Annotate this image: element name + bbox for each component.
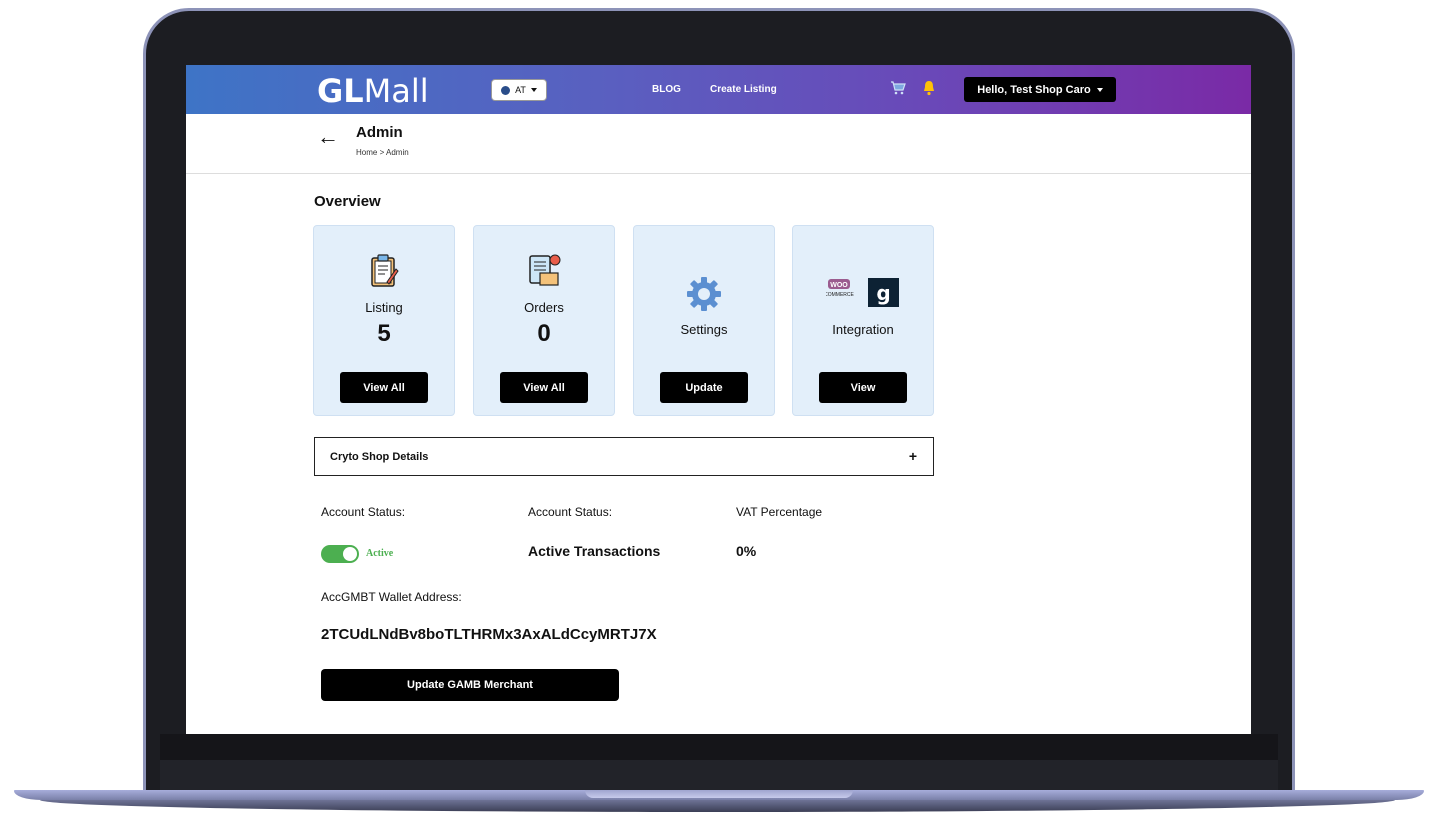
account-status-label-2: Account Status: (528, 505, 613, 519)
clipboard-icon (371, 254, 399, 287)
settings-card: Settings Update (633, 225, 775, 416)
user-menu-button[interactable]: Hello, Test Shop Caro (964, 77, 1116, 102)
active-transactions-value: Active Transactions (528, 543, 661, 559)
gear-icon (687, 277, 721, 311)
expand-icon[interactable]: + (909, 448, 917, 464)
orders-count: 0 (537, 320, 551, 347)
integration-view-button[interactable]: View (819, 372, 907, 403)
page-title: Admin (356, 124, 403, 141)
vat-percentage-value: 0% (736, 543, 757, 559)
svg-text:WOO: WOO (830, 282, 848, 289)
screen-bezel (160, 734, 1278, 762)
integration-icon: WOO COMMERCE g (826, 278, 899, 307)
integration-label: Integration (832, 322, 894, 337)
wallet-address-label: AccGMBT Wallet Address: (321, 590, 462, 604)
nav-link-create-listing[interactable]: Create Listing (710, 84, 777, 95)
region-selector[interactable]: AT (491, 79, 547, 101)
app-screen: GLMall AT BLOG Create Listing Hello, Tes… (186, 65, 1251, 734)
screen-bezel-lower (160, 760, 1278, 790)
listing-count: 5 (377, 320, 391, 347)
shop-details-accordion[interactable]: Cryto Shop Details + (314, 437, 934, 476)
overview-title: Overview (314, 193, 381, 210)
orders-card: Orders 0 View All (473, 225, 615, 416)
navbar: GLMall AT BLOG Create Listing Hello, Tes… (186, 65, 1251, 114)
toggle-status-label: Active (366, 548, 394, 559)
listing-card: Listing 5 View All (313, 225, 455, 416)
orders-view-all-button[interactable]: View All (500, 372, 588, 403)
settings-update-button[interactable]: Update (660, 372, 748, 403)
update-merchant-button[interactable]: Update GAMB Merchant (321, 669, 619, 701)
chevron-down-icon (1096, 87, 1103, 92)
integration-card: WOO COMMERCE g Integration View (792, 225, 934, 416)
back-arrow-icon[interactable]: ← (317, 124, 339, 150)
nav-link-blog[interactable]: BLOG (652, 84, 681, 95)
account-status-toggle[interactable] (321, 545, 359, 563)
region-label: AT (515, 85, 526, 95)
cart-icon[interactable] (890, 81, 906, 95)
page-header: ← Admin Home > Admin (186, 114, 1251, 174)
listing-label: Listing (365, 300, 403, 315)
logo[interactable]: GLMall (317, 72, 429, 110)
svg-text:g: g (876, 281, 890, 305)
shop-details-title: Cryto Shop Details (330, 451, 429, 463)
toggle-knob (343, 547, 357, 561)
globe-icon (501, 85, 511, 95)
laptop-notch (585, 790, 853, 798)
orders-icon (529, 254, 561, 286)
listing-view-all-button[interactable]: View All (340, 372, 428, 403)
orders-label: Orders (524, 300, 564, 315)
user-menu-label: Hello, Test Shop Caro (977, 83, 1091, 96)
account-status-label: Account Status: (321, 505, 406, 519)
vat-percentage-label: VAT Percentage (736, 505, 823, 519)
settings-label: Settings (680, 322, 728, 337)
chevron-down-icon (530, 88, 537, 92)
svg-text:COMMERCE: COMMERCE (826, 292, 855, 298)
breadcrumb[interactable]: Home > Admin (356, 148, 409, 157)
bell-icon[interactable] (922, 80, 936, 96)
laptop-base-shadow (40, 800, 1395, 812)
wallet-address: 2TCUdLNdBv8boTLTHRMx3AxALdCcyMRTJ7X (321, 626, 657, 643)
